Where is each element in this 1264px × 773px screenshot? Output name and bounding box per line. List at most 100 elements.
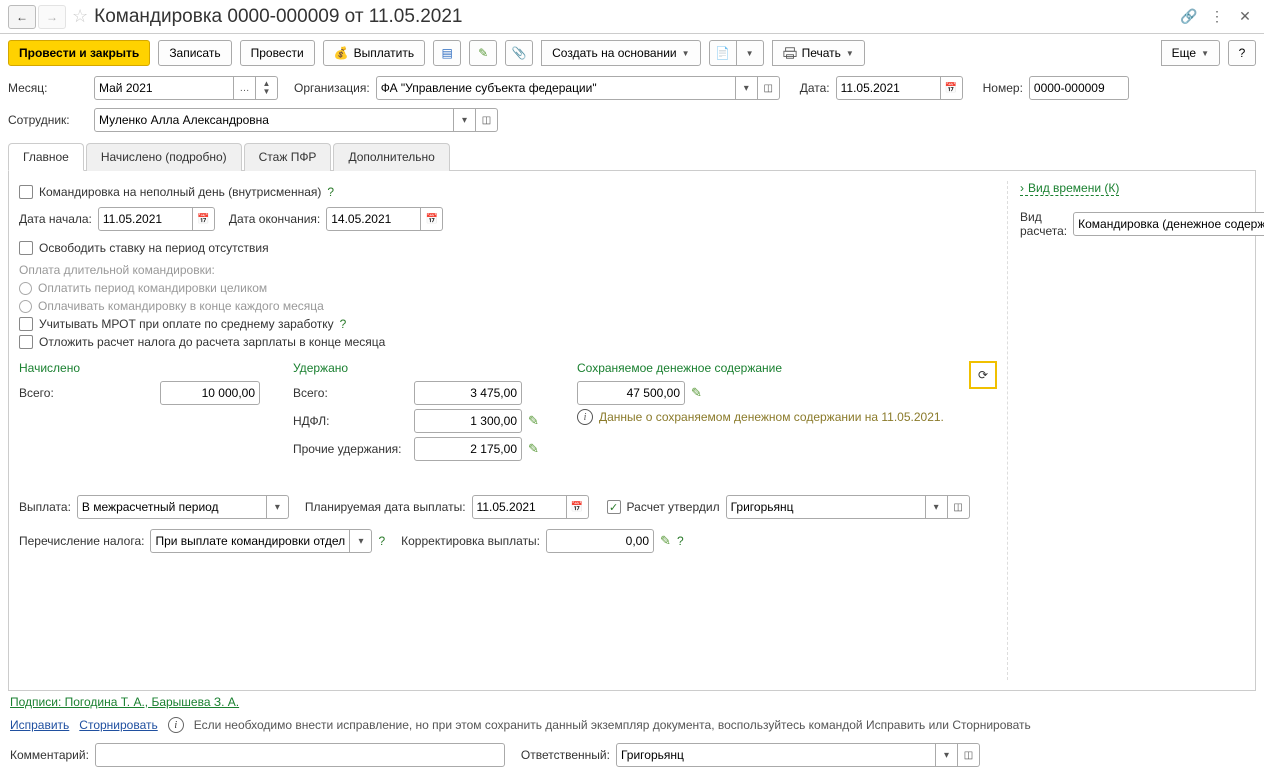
- withheld-total-input[interactable]: [414, 381, 522, 405]
- edit-other-icon[interactable]: ✎: [528, 441, 539, 457]
- correction-label: Корректировка выплаты:: [401, 534, 540, 548]
- kebab-icon[interactable]: ⋮: [1206, 6, 1228, 28]
- resp-open[interactable]: ◫: [958, 743, 980, 767]
- close-icon[interactable]: ✕: [1234, 6, 1256, 28]
- approved-checkbox[interactable]: [607, 500, 621, 514]
- post-and-close-button[interactable]: Провести и закрыть: [8, 40, 150, 66]
- mrot-checkbox[interactable]: [19, 317, 33, 331]
- tax-transfer-input[interactable]: [150, 529, 350, 553]
- tab-main[interactable]: Главное: [8, 143, 84, 171]
- comment-label: Комментарий:: [10, 748, 89, 762]
- pay-monthly-radio: [19, 300, 32, 313]
- approver-dropdown[interactable]: ▾: [926, 495, 948, 519]
- copy-icon: 📄: [715, 46, 730, 60]
- link-icon[interactable]: 🔗: [1178, 6, 1200, 28]
- tab-accrued[interactable]: Начислено (подробно): [86, 143, 242, 171]
- payment-input[interactable]: [77, 495, 267, 519]
- date-calendar-icon[interactable]: 📅: [941, 76, 963, 100]
- correction-input[interactable]: [546, 529, 654, 553]
- employee-dropdown[interactable]: ▾: [454, 108, 476, 132]
- payment-dropdown[interactable]: ▾: [267, 495, 289, 519]
- chevron-down-icon: ▼: [746, 49, 754, 58]
- help-icon[interactable]: ?: [340, 317, 347, 331]
- printer-icon: [783, 46, 797, 60]
- pay-full-label: Оплатить период командировки целиком: [38, 281, 267, 295]
- pencil-icon-button[interactable]: ✎: [469, 40, 497, 66]
- pencil-icon: ✎: [478, 46, 488, 60]
- approver-open[interactable]: ◫: [948, 495, 970, 519]
- help-icon[interactable]: ?: [378, 534, 385, 548]
- partial-day-checkbox[interactable]: [19, 185, 33, 199]
- release-rate-checkbox[interactable]: [19, 241, 33, 255]
- favorite-star-icon[interactable]: ☆: [72, 6, 88, 27]
- other-input[interactable]: [414, 437, 522, 461]
- employee-input[interactable]: [94, 108, 454, 132]
- list-icon-button[interactable]: ▤: [433, 40, 461, 66]
- create-based-button[interactable]: Создать на основании ▼: [541, 40, 700, 66]
- comment-input[interactable]: [95, 743, 505, 767]
- copy-doc-button[interactable]: 📄: [709, 40, 737, 66]
- org-open[interactable]: ◫: [758, 76, 780, 100]
- storno-link[interactable]: Сторнировать: [79, 718, 157, 732]
- chevron-right-icon: ›: [1020, 181, 1024, 195]
- start-date-input[interactable]: [98, 207, 193, 231]
- pay-button[interactable]: 💰Выплатить: [323, 40, 425, 66]
- attach-icon-button[interactable]: 📎: [505, 40, 533, 66]
- nav-forward[interactable]: →: [38, 5, 66, 29]
- edit-correction-icon[interactable]: ✎: [660, 533, 671, 549]
- org-dropdown[interactable]: ▾: [736, 76, 758, 100]
- kept-heading: Сохраняемое денежное содержание: [577, 361, 997, 375]
- help-icon[interactable]: ?: [327, 185, 334, 199]
- tab-pfr[interactable]: Стаж ПФР: [244, 143, 332, 171]
- date-input[interactable]: [836, 76, 941, 100]
- defer-tax-checkbox[interactable]: [19, 335, 33, 349]
- copy-doc-dropdown[interactable]: ▼: [736, 40, 764, 66]
- defer-tax-label: Отложить расчет налога до расчета зарпла…: [39, 335, 385, 349]
- calendar-icon[interactable]: 📅: [421, 207, 443, 231]
- nav-back[interactable]: ←: [8, 5, 36, 29]
- resp-input[interactable]: [616, 743, 936, 767]
- accrued-total-input[interactable]: [160, 381, 260, 405]
- chevron-down-icon: ▼: [846, 49, 854, 58]
- tab-extra[interactable]: Дополнительно: [333, 143, 449, 171]
- pay-monthly-label: Оплачивать командировку в конце каждого …: [38, 299, 324, 313]
- more-button[interactable]: Еще ▼: [1161, 40, 1220, 66]
- calendar-icon[interactable]: 📅: [567, 495, 589, 519]
- edit-ndfl-icon[interactable]: ✎: [528, 413, 539, 429]
- org-input[interactable]: [376, 76, 736, 100]
- refresh-button[interactable]: ⟳: [969, 361, 997, 389]
- ndfl-input[interactable]: [414, 409, 522, 433]
- month-picker-button[interactable]: …: [234, 76, 256, 100]
- release-rate-label: Освободить ставку на период отсутствия: [39, 241, 269, 255]
- help-button[interactable]: ?: [1228, 40, 1256, 66]
- tax-transfer-dropdown[interactable]: ▾: [350, 529, 372, 553]
- signatures-link[interactable]: Подписи: Погодина Т. А., Барышева З. А.: [10, 695, 239, 709]
- kept-amount-input[interactable]: [577, 381, 685, 405]
- info-icon: i: [577, 409, 593, 425]
- number-label: Номер:: [983, 81, 1023, 95]
- calendar-icon[interactable]: 📅: [193, 207, 215, 231]
- paperclip-icon: 📎: [512, 46, 527, 60]
- print-button[interactable]: Печать ▼: [772, 40, 865, 66]
- window-title: Командировка 0000-000009 от 11.05.2021: [94, 6, 462, 28]
- number-input[interactable]: [1029, 76, 1129, 100]
- pay-full-radio: [19, 282, 32, 295]
- month-input[interactable]: [94, 76, 234, 100]
- list-icon: ▤: [441, 46, 452, 60]
- mrot-label: Учитывать МРОТ при оплате по среднему за…: [39, 317, 334, 331]
- partial-day-label: Командировка на неполный день (внутрисме…: [39, 185, 321, 199]
- approver-input[interactable]: [726, 495, 926, 519]
- time-type-toggle[interactable]: › Вид времени (К): [1020, 181, 1119, 196]
- kept-info-text: Данные о сохраняемом денежном содержании…: [599, 410, 944, 424]
- fix-link[interactable]: Исправить: [10, 718, 69, 732]
- help-icon[interactable]: ?: [677, 534, 684, 548]
- month-spinner[interactable]: ▲▼: [256, 76, 278, 100]
- resp-dropdown[interactable]: ▾: [936, 743, 958, 767]
- plan-date-input[interactable]: [472, 495, 567, 519]
- end-date-input[interactable]: [326, 207, 421, 231]
- edit-kept-icon[interactable]: ✎: [691, 385, 702, 401]
- save-button[interactable]: Записать: [158, 40, 231, 66]
- post-button[interactable]: Провести: [240, 40, 315, 66]
- employee-open[interactable]: ◫: [476, 108, 498, 132]
- calc-type-input[interactable]: [1073, 212, 1264, 236]
